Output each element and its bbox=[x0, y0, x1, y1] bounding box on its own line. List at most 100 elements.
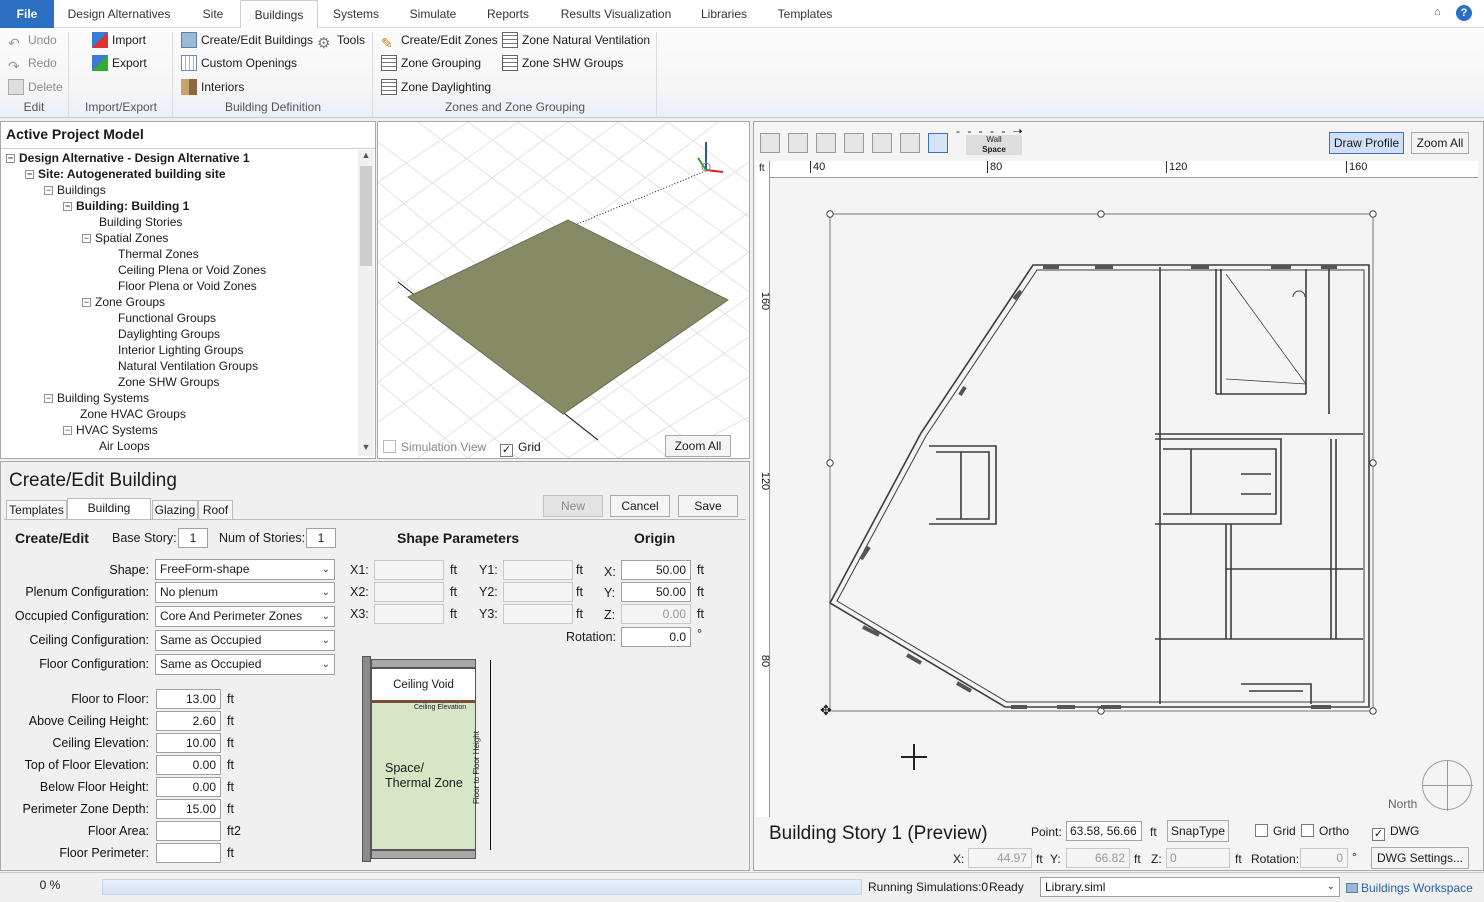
zoom-all-3d-button[interactable]: Zoom All bbox=[665, 435, 731, 457]
freeform-draw-tool[interactable] bbox=[928, 133, 948, 153]
tree-item[interactable]: Zone HVAC Groups bbox=[80, 406, 186, 422]
h-shape-tool[interactable] bbox=[816, 133, 836, 153]
zone-natural-ventilation-button[interactable]: Zone Natural Ventilation bbox=[502, 30, 650, 50]
tab-systems[interactable]: Systems bbox=[324, 0, 388, 28]
scroll-up-icon[interactable]: ▲ bbox=[358, 150, 374, 164]
custom-openings-button[interactable]: Custom Openings bbox=[181, 53, 297, 73]
zone-shw-groups-button[interactable]: Zone SHW Groups bbox=[502, 53, 623, 73]
plan-grid-checkbox[interactable]: Grid bbox=[1255, 824, 1296, 838]
collapse-ribbon-icon[interactable]: ⌂ bbox=[1434, 6, 1441, 18]
floor-config-select[interactable]: Same as Occupied ⌄ bbox=[155, 654, 335, 675]
tree-item[interactable]: Building Stories bbox=[99, 214, 182, 230]
tab-glazing[interactable]: Glazing bbox=[152, 500, 198, 520]
redo-button[interactable]: ↷ Redo bbox=[8, 53, 57, 74]
tab-site[interactable]: Site bbox=[188, 0, 238, 28]
x-coord-input[interactable]: 44.97 bbox=[968, 848, 1032, 868]
top-floor-elevation-input[interactable]: 0.00 bbox=[156, 755, 221, 775]
tab-buildings[interactable]: Buildings bbox=[240, 0, 318, 29]
x2-input[interactable] bbox=[374, 582, 444, 602]
tree-scrollbar[interactable]: ▲ ▼ bbox=[358, 150, 374, 456]
floor-plan-canvas[interactable] bbox=[771, 179, 1477, 817]
tree-item[interactable]: Air Loops bbox=[99, 438, 150, 454]
cross-shape-tool[interactable] bbox=[844, 133, 864, 153]
delete-button[interactable]: Delete bbox=[8, 77, 63, 97]
x1-input[interactable] bbox=[374, 560, 444, 580]
tab-design-alternatives[interactable]: Design Alternatives bbox=[58, 0, 180, 28]
origin-z-input[interactable]: 0.00 bbox=[621, 604, 691, 624]
simulation-view-checkbox[interactable]: Simulation View bbox=[383, 440, 486, 454]
tree-item[interactable]: Interior Lighting Groups bbox=[118, 342, 243, 358]
origin-y-input[interactable]: 50.00 bbox=[621, 582, 691, 602]
new-button[interactable]: New bbox=[543, 495, 603, 517]
save-button[interactable]: Save bbox=[678, 495, 738, 517]
plenum-config-select[interactable]: No plenum ⌄ bbox=[155, 582, 335, 603]
base-story-input[interactable]: 1 bbox=[178, 528, 208, 548]
x3-input[interactable] bbox=[374, 604, 444, 624]
tab-templates[interactable]: Templates bbox=[6, 500, 67, 520]
occupied-config-select[interactable]: Core And Perimeter Zones ⌄ bbox=[155, 606, 335, 627]
perimeter-zone-depth-input[interactable]: 15.00 bbox=[156, 799, 221, 819]
zone-daylighting-button[interactable]: Zone Daylighting bbox=[381, 77, 491, 97]
3d-viewport[interactable] bbox=[378, 122, 749, 458]
tab-reports[interactable]: Reports bbox=[478, 0, 538, 28]
plan-rotation-input[interactable]: 0 bbox=[1300, 848, 1348, 868]
wall-space-toggle[interactable]: Wall Space bbox=[966, 135, 1022, 155]
dwg-checkbox[interactable]: ✓ DWG bbox=[1372, 824, 1419, 841]
below-floor-height-input[interactable]: 0.00 bbox=[156, 777, 221, 797]
rotation-input[interactable]: 0.0 bbox=[621, 627, 691, 647]
workspace-label[interactable]: Buildings Workspace bbox=[1346, 881, 1473, 895]
interiors-button[interactable]: Interiors bbox=[181, 77, 244, 97]
y2-input[interactable] bbox=[503, 582, 573, 602]
t-shape-tool[interactable] bbox=[900, 133, 920, 153]
num-stories-input[interactable]: 1 bbox=[306, 528, 336, 548]
tree-item[interactable]: Thermal Zones bbox=[118, 246, 199, 262]
tree-item[interactable]: Daylighting Groups bbox=[118, 326, 220, 342]
snap-type-button[interactable]: SnapType bbox=[1167, 820, 1229, 842]
tree-item[interactable]: Functional Groups bbox=[118, 310, 216, 326]
scroll-thumb[interactable] bbox=[360, 166, 372, 266]
cancel-button[interactable]: Cancel bbox=[610, 495, 670, 517]
origin-x-input[interactable]: 50.00 bbox=[621, 560, 691, 580]
help-icon[interactable]: ? bbox=[1456, 5, 1472, 21]
dwg-settings-button[interactable]: DWG Settings... bbox=[1371, 847, 1469, 869]
rect-shape-tool[interactable] bbox=[760, 133, 780, 153]
create-edit-buildings-button[interactable]: Create/Edit Buildings bbox=[181, 30, 313, 50]
tree-item[interactable]: Floor Plena or Void Zones bbox=[118, 278, 257, 294]
tree-item[interactable]: − Building Systems bbox=[44, 390, 149, 406]
file-menu[interactable]: File bbox=[0, 0, 54, 28]
shape-select[interactable]: FreeForm-shape ⌄ bbox=[155, 559, 335, 580]
create-edit-zones-button[interactable]: ✎ Create/Edit Zones bbox=[381, 30, 498, 51]
tree-item[interactable]: − Design Alternative - Design Alternative… bbox=[6, 150, 250, 166]
tree-item[interactable]: Ceiling Plena or Void Zones bbox=[118, 262, 266, 278]
tab-simulate[interactable]: Simulate bbox=[398, 0, 468, 28]
z-coord-input[interactable]: 0 bbox=[1166, 848, 1230, 868]
import-button[interactable]: Import bbox=[92, 30, 146, 50]
tree-item[interactable]: − Site: Autogenerated building site bbox=[25, 166, 226, 182]
draw-profile-button[interactable]: Draw Profile bbox=[1329, 132, 1404, 154]
l-shape-tool[interactable] bbox=[788, 133, 808, 153]
u-shape-tool[interactable] bbox=[872, 133, 892, 153]
3d-view-panel[interactable]: Simulation View ✓ Grid Zoom All bbox=[377, 121, 750, 459]
tab-building-stories[interactable]: Building Stories bbox=[67, 498, 151, 534]
above-ceiling-height-input[interactable]: 2.60 bbox=[156, 711, 221, 731]
tree-item[interactable]: − Buildings bbox=[44, 182, 106, 198]
ortho-checkbox[interactable]: Ortho bbox=[1301, 824, 1349, 838]
tree-item[interactable]: − HVAC Systems bbox=[63, 422, 158, 438]
tree-item[interactable]: − Spatial Zones bbox=[82, 230, 168, 246]
tab-results-visualization[interactable]: Results Visualization bbox=[550, 0, 682, 28]
zone-grouping-button[interactable]: Zone Grouping bbox=[381, 53, 481, 73]
point-input[interactable]: 63.58, 56.66 bbox=[1066, 821, 1142, 841]
library-select[interactable]: Library.siml ⌄ bbox=[1040, 877, 1340, 897]
floor-to-floor-input[interactable]: 13.00 bbox=[156, 689, 221, 709]
undo-button[interactable]: ↶ Undo bbox=[8, 30, 57, 51]
y1-input[interactable] bbox=[503, 560, 573, 580]
scroll-down-icon[interactable]: ▼ bbox=[358, 442, 374, 456]
ceiling-config-select[interactable]: Same as Occupied ⌄ bbox=[155, 630, 335, 651]
tools-button[interactable]: ⚙ Tools bbox=[317, 30, 365, 52]
ceiling-elevation-input[interactable]: 10.00 bbox=[156, 733, 221, 753]
floor-perimeter-input[interactable] bbox=[156, 843, 221, 863]
tree-item[interactable]: Zone SHW Groups bbox=[118, 374, 219, 390]
tab-roof[interactable]: Roof bbox=[198, 500, 233, 520]
tab-templates[interactable]: Templates bbox=[766, 0, 844, 28]
grid-checkbox[interactable]: ✓ Grid bbox=[500, 440, 541, 457]
